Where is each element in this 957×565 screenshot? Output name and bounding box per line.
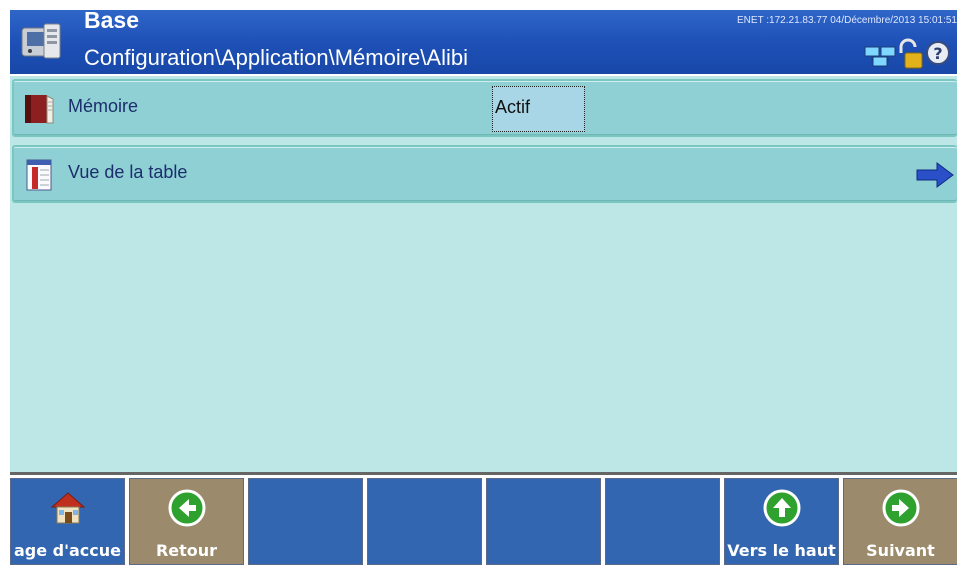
arrow-left-icon	[168, 489, 205, 527]
memoire-label: Mémoire	[68, 96, 139, 116]
softkey-empty-5[interactable]	[486, 478, 601, 565]
softkey-empty-6[interactable]	[605, 478, 720, 565]
lock-open-icon	[899, 38, 923, 69]
network-icon	[864, 46, 896, 67]
arrow-right-icon	[882, 489, 919, 527]
status-line: ENET :172.21.83.77 04/Décembre/2013 15:0…	[737, 15, 957, 26]
help-icon[interactable]: ?	[925, 40, 951, 66]
status-icons: ?	[843, 36, 953, 72]
softkey-bar: age d'accue Retour Vers le haut Suivant	[10, 475, 957, 565]
softkey-next-label: Suivant	[866, 541, 935, 560]
book-icon	[25, 95, 54, 124]
memoire-value-field[interactable]: Actif	[492, 86, 585, 132]
screen: Base Configuration\Application\Mémoire\A…	[0, 0, 957, 565]
breadcrumb-path: Configuration\Application\Mémoire\Alibi	[84, 45, 468, 70]
vue-de-la-table-label: Vue de la table	[68, 162, 188, 182]
screen-title: Base	[84, 7, 139, 33]
softkey-home[interactable]: age d'accue	[10, 478, 125, 565]
home-icon	[50, 492, 85, 524]
arrow-right-icon[interactable]	[915, 161, 955, 189]
header-bar: Base Configuration\Application\Mémoire\A…	[10, 7, 957, 74]
softkey-back-label: Retour	[155, 541, 218, 560]
row-memoire[interactable]: Mémoire Actif	[12, 79, 957, 137]
main-panel: Mémoire Actif Vue de la table	[10, 76, 957, 472]
softkey-up[interactable]: Vers le haut	[724, 478, 839, 565]
row-vue-de-la-table[interactable]: Vue de la table	[12, 145, 957, 203]
softkey-up-label: Vers le haut	[727, 541, 836, 560]
table-view-icon	[26, 159, 52, 191]
softkey-next[interactable]: Suivant	[843, 478, 957, 565]
softkey-empty-4[interactable]	[367, 478, 482, 565]
arrow-up-icon	[763, 489, 800, 527]
terminal-config-icon	[21, 23, 61, 59]
softkey-empty-3[interactable]	[248, 478, 363, 565]
softkey-home-label: age d'accue	[13, 541, 122, 560]
svg-text:?: ?	[933, 44, 942, 63]
softkey-back[interactable]: Retour	[129, 478, 244, 565]
